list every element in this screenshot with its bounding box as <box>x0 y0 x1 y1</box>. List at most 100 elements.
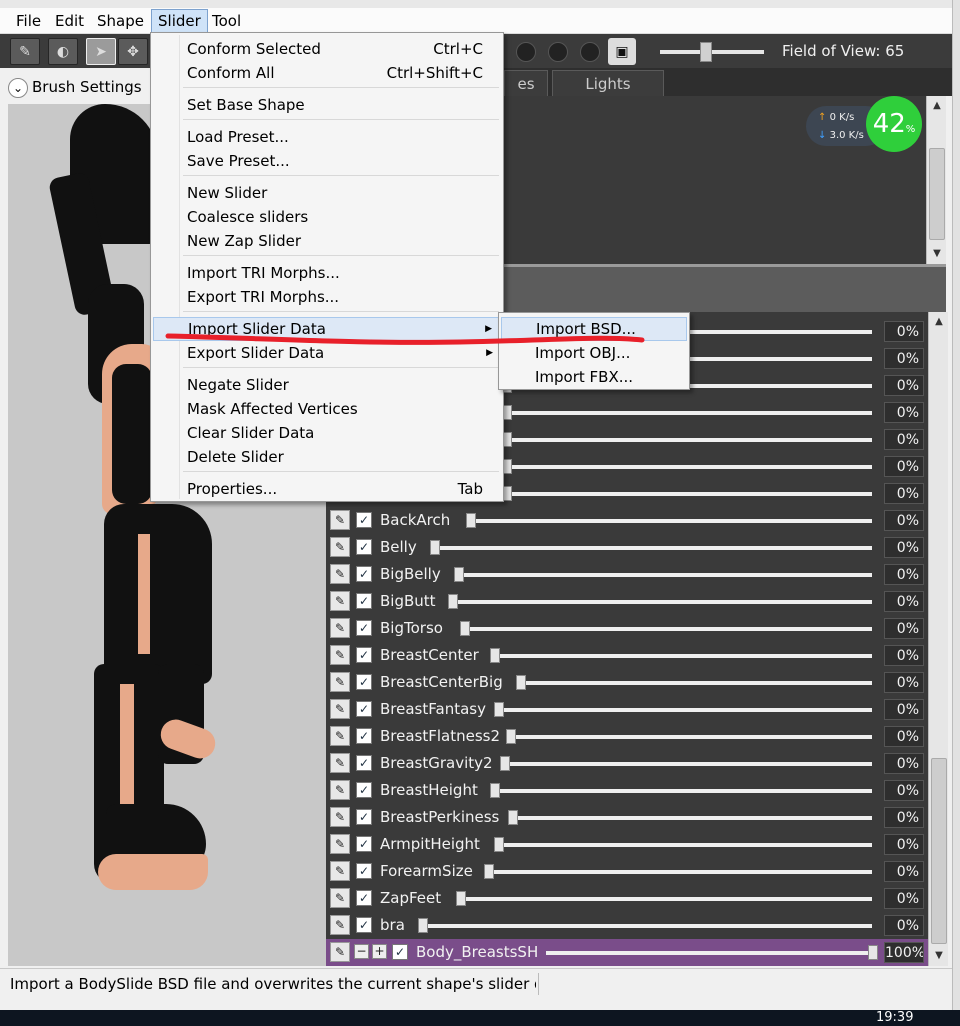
menu-slider[interactable]: Slider <box>151 9 208 33</box>
submenu-item-import-obj[interactable]: Import OBJ... <box>501 341 687 365</box>
edit-slider-button[interactable]: ✎ <box>330 915 350 935</box>
slider-value[interactable]: 0% <box>884 699 924 720</box>
scrollbar-thumb[interactable] <box>929 148 945 240</box>
slider-track[interactable] <box>520 681 872 685</box>
slider-thumb[interactable] <box>490 783 500 798</box>
slider-value[interactable]: 0% <box>884 537 924 558</box>
menu-item-conform-selected[interactable]: Conform Selected Ctrl+C <box>153 37 501 61</box>
slider-value[interactable]: 0% <box>884 861 924 882</box>
slider-enabled-checkbox[interactable]: ✓ <box>356 566 372 582</box>
slider-enabled-checkbox[interactable]: ✓ <box>356 755 372 771</box>
edit-slider-button[interactable]: ✎ <box>330 726 350 746</box>
menu-item-coalesce-sliders[interactable]: Coalesce sliders <box>153 205 501 229</box>
slider-value[interactable]: 0% <box>884 456 924 477</box>
edit-slider-button[interactable]: ✎ <box>330 942 350 962</box>
menu-item-clear-slider-data[interactable]: Clear Slider Data <box>153 421 501 445</box>
increase-button[interactable]: + <box>372 944 387 959</box>
shading-dot-button-2[interactable] <box>548 42 568 62</box>
menu-item-import-slider-data[interactable]: Import Slider Data ▶ <box>153 317 501 341</box>
brush-settings-header[interactable]: ⌄ Brush Settings <box>8 72 158 102</box>
cube-view-button[interactable]: ▣ <box>608 38 636 65</box>
slider-value[interactable]: 0% <box>884 321 924 342</box>
slider-enabled-checkbox[interactable]: ✓ <box>356 863 372 879</box>
slider-track[interactable] <box>460 897 872 901</box>
slider-thumb[interactable] <box>454 567 464 582</box>
slider-enabled-checkbox[interactable]: ✓ <box>356 836 372 852</box>
shading-dot-button-1[interactable] <box>516 42 536 62</box>
shapes-panel-scrollbar[interactable]: ▲ ▼ <box>926 96 946 264</box>
slider-value[interactable]: 0% <box>884 618 924 639</box>
menu-shape[interactable]: Shape <box>91 9 150 33</box>
slider-enabled-checkbox[interactable]: ✓ <box>356 539 372 555</box>
slider-thumb[interactable] <box>466 513 476 528</box>
chevron-down-icon[interactable]: ⌄ <box>8 77 28 98</box>
slider-track[interactable] <box>504 762 872 766</box>
slider-value[interactable]: 0% <box>884 888 924 909</box>
slider-track[interactable] <box>434 546 872 550</box>
inflate-tool-button[interactable]: ◐ <box>48 38 78 65</box>
slider-track[interactable] <box>494 789 872 793</box>
slider-track[interactable] <box>498 708 872 712</box>
edit-slider-button[interactable]: ✎ <box>330 834 350 854</box>
shading-dot-button-3[interactable] <box>580 42 600 62</box>
menu-item-properties[interactable]: Properties... Tab <box>153 477 501 501</box>
slider-thumb[interactable] <box>500 756 510 771</box>
slider-track[interactable] <box>506 492 872 496</box>
slider-enabled-checkbox[interactable]: ✓ <box>356 593 372 609</box>
tab-shapes[interactable]: es <box>504 70 548 96</box>
decrease-button[interactable]: − <box>354 944 369 959</box>
menu-item-export-slider-data[interactable]: Export Slider Data ▶ <box>153 341 501 365</box>
slider-thumb[interactable] <box>508 810 518 825</box>
slider-enabled-checkbox[interactable]: ✓ <box>392 944 408 960</box>
submenu-item-import-fbx[interactable]: Import FBX... <box>501 365 687 389</box>
slider-enabled-checkbox[interactable]: ✓ <box>356 701 372 717</box>
menu-item-import-tri-morphs[interactable]: Import TRI Morphs... <box>153 261 501 285</box>
slider-value[interactable]: 0% <box>884 402 924 423</box>
slider-value[interactable]: 0% <box>884 483 924 504</box>
slider-thumb[interactable] <box>484 864 494 879</box>
slider-value[interactable]: 0% <box>884 510 924 531</box>
edit-slider-button[interactable]: ✎ <box>330 780 350 800</box>
slider-thumb[interactable] <box>460 621 470 636</box>
menu-file[interactable]: File <box>10 9 47 33</box>
select-tool-button[interactable]: ➤ <box>86 38 116 65</box>
slider-thumb[interactable] <box>448 594 458 609</box>
slider-track[interactable] <box>498 843 872 847</box>
edit-slider-button[interactable]: ✎ <box>330 861 350 881</box>
edit-slider-button[interactable]: ✎ <box>330 564 350 584</box>
slider-enabled-checkbox[interactable]: ✓ <box>356 809 372 825</box>
slider-thumb[interactable] <box>494 837 504 852</box>
menu-item-conform-all[interactable]: Conform All Ctrl+Shift+C <box>153 61 501 85</box>
slider-enabled-checkbox[interactable]: ✓ <box>356 782 372 798</box>
slider-thumb[interactable] <box>868 945 878 960</box>
edit-slider-button[interactable]: ✎ <box>330 618 350 638</box>
edit-slider-button[interactable]: ✎ <box>330 699 350 719</box>
slider-track[interactable] <box>512 816 872 820</box>
edit-slider-button[interactable]: ✎ <box>330 591 350 611</box>
menu-item-new-zap-slider[interactable]: New Zap Slider <box>153 229 501 253</box>
tab-lights[interactable]: Lights <box>552 70 664 96</box>
slider-value[interactable]: 0% <box>884 348 924 369</box>
menu-item-delete-slider[interactable]: Delete Slider <box>153 445 501 469</box>
menu-item-mask-affected-vertices[interactable]: Mask Affected Vertices <box>153 397 501 421</box>
scroll-up-arrow[interactable]: ▲ <box>927 98 947 114</box>
fov-slider-track[interactable] <box>660 50 764 54</box>
slider-value[interactable]: 0% <box>884 429 924 450</box>
slider-thumb[interactable] <box>490 648 500 663</box>
slider-thumb[interactable] <box>516 675 526 690</box>
slider-value[interactable]: 0% <box>884 726 924 747</box>
slider-track[interactable] <box>546 951 872 955</box>
slider-value[interactable]: 0% <box>884 564 924 585</box>
slider-enabled-checkbox[interactable]: ✓ <box>356 674 372 690</box>
slider-thumb[interactable] <box>418 918 428 933</box>
menu-item-new-slider[interactable]: New Slider <box>153 181 501 205</box>
edit-slider-button[interactable]: ✎ <box>330 645 350 665</box>
slider-value[interactable]: 0% <box>884 591 924 612</box>
scroll-down-arrow[interactable]: ▼ <box>929 948 949 964</box>
slider-track[interactable] <box>470 519 872 523</box>
fov-slider-thumb[interactable] <box>700 42 712 62</box>
edit-slider-button[interactable]: ✎ <box>330 807 350 827</box>
scroll-down-arrow[interactable]: ▼ <box>927 246 947 262</box>
menu-item-load-preset[interactable]: Load Preset... <box>153 125 501 149</box>
scroll-up-arrow[interactable]: ▲ <box>929 314 949 330</box>
